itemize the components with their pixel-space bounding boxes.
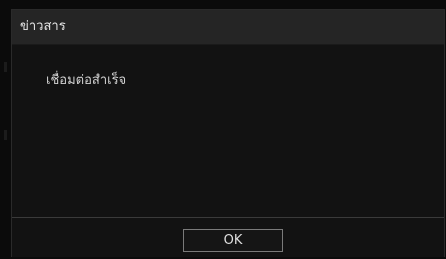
dialog-message: เชื่อมต่อสำเร็จ bbox=[46, 73, 127, 88]
dialog-titlebar: ข่าวสาร bbox=[12, 10, 444, 45]
ok-button[interactable]: OK bbox=[183, 229, 283, 252]
background-element bbox=[4, 130, 7, 140]
message-dialog: ข่าวสาร เชื่อมต่อสำเร็จ OK bbox=[11, 9, 445, 257]
dialog-footer: OK bbox=[12, 217, 444, 257]
background-element bbox=[4, 62, 7, 72]
dialog-title: ข่าวสาร bbox=[20, 19, 66, 34]
